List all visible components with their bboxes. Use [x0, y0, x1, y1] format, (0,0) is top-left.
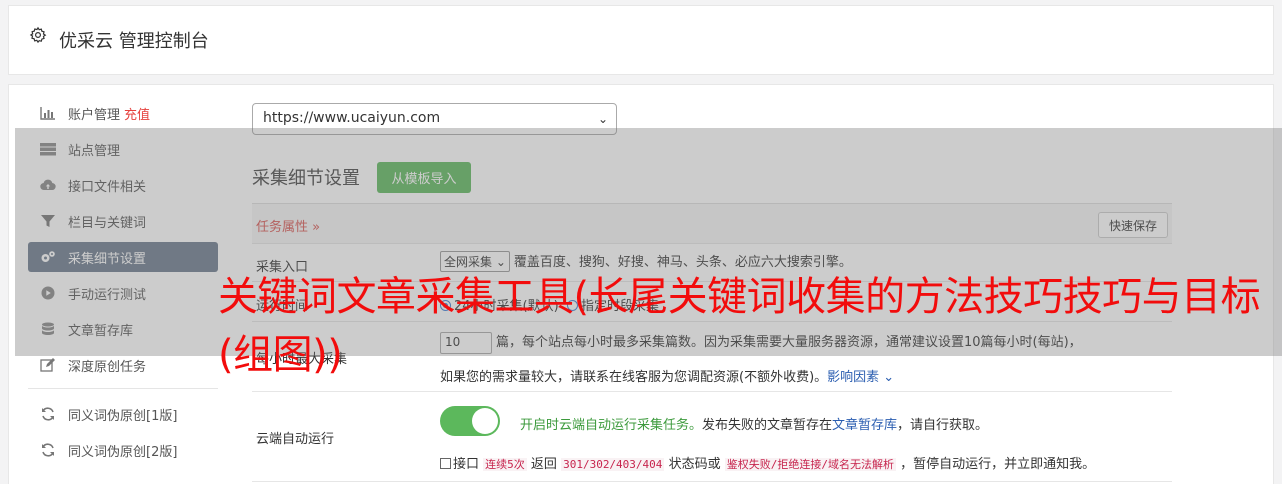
sidebar-item-synonym-v2[interactable]: 同义词伪原创[2版] — [28, 435, 218, 465]
cloud-fail-tail: ，请自行获取。 — [897, 418, 989, 433]
sidebar-item-label: 深度原创任务 — [68, 359, 147, 375]
sidebar-item-label: 账户管理 — [68, 107, 121, 123]
text-return: 返回 — [530, 457, 557, 472]
cloud-on-text: 开启时云端自动运行采集任务。 — [520, 418, 703, 433]
pause-checkbox-label: 接口 — [453, 457, 480, 472]
cloud-run-toggle[interactable] — [440, 406, 500, 436]
pause-checkbox[interactable] — [440, 458, 451, 469]
code-status: 301/302/403/404 — [561, 458, 665, 471]
sidebar-item-label: 同义词伪原创[1版] — [68, 408, 178, 424]
cloud-run-label: 云端自动运行 — [256, 432, 335, 447]
overlay-headline: 关键词文章采集工具(长尾关键词收集的方法技巧技巧与目标(组图)) — [218, 274, 1261, 378]
recharge-link[interactable]: 充值 — [124, 104, 150, 123]
sidebar-divider — [28, 388, 218, 389]
chevron-down-icon: ⌄ — [597, 112, 608, 126]
refresh-icon — [40, 407, 56, 421]
gear-icon — [29, 26, 47, 44]
page-title: 优采云 管理控制台 — [59, 31, 209, 52]
sidebar-item-synonym-v1[interactable]: 同义词伪原创[1版] — [28, 399, 218, 429]
article-store-link[interactable]: 文章暂存库 — [832, 418, 897, 433]
top-header: 优采云 管理控制台 — [8, 5, 1274, 75]
toggle-knob — [472, 408, 498, 434]
bar-chart-icon — [40, 106, 56, 120]
sidebar-item-label: 同义词伪原创[2版] — [68, 444, 178, 460]
text-status-or: 状态码或 — [668, 457, 721, 472]
code-errors: 鉴权失败/拒绝连接/域名无法解析 — [724, 458, 896, 471]
cloud-fail-text: 发布失败的文章暂存在 — [702, 418, 833, 433]
cloud-run-row: 云端自动运行 开启时云端自动运行采集任务。发布失败的文章暂存在文章暂存库，请自行… — [252, 392, 1172, 482]
code-consecutive: 连续5次 — [483, 458, 527, 471]
text-pause-tail: ，暂停自动运行，并立即通知我。 — [900, 457, 1096, 472]
edit-icon — [40, 358, 56, 372]
site-select-value: https://www.ucaiyun.com — [263, 110, 441, 126]
sidebar-item-account[interactable]: 账户管理 充值 — [28, 98, 218, 128]
refresh-icon — [40, 443, 56, 457]
